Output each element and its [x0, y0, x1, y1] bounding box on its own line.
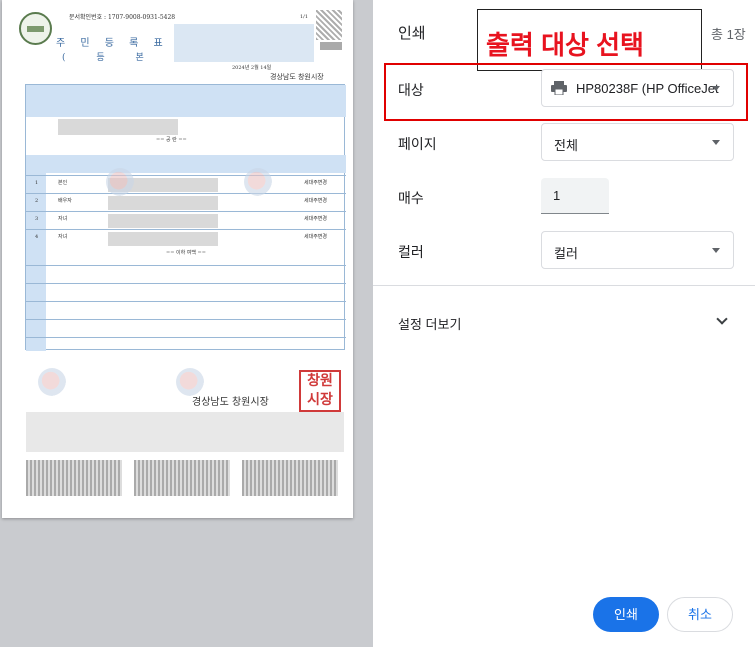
document-subtitle: ( 등 본 ) — [62, 53, 193, 63]
table-row: 4 자녀 세대주변경 — [26, 229, 346, 246]
barcode-icon — [26, 460, 122, 496]
document-title: 주 민 등 록 표 — [56, 38, 169, 49]
dialog-title: 인쇄 — [398, 25, 426, 42]
printer-icon — [551, 81, 567, 95]
print-settings-panel: 인쇄 총 1장 출력 대상 선택 대상 HP80238F (HP OfficeJ… — [373, 0, 755, 647]
sheet-count: 총 1장 — [711, 27, 746, 42]
copies-label: 매수 — [398, 190, 424, 206]
print-dialog: 문서확인번호 : 1707-9008-0931-5428 1/1 주 민 등 록… — [0, 0, 755, 647]
color-select[interactable]: 컬러 — [541, 231, 734, 269]
destination-value: HP80238F (HP OfficeJet — [576, 81, 719, 96]
divider — [373, 285, 755, 286]
issuer-bottom: 경상남도 창원시장 — [192, 397, 269, 408]
record-table: == 공 란 == 1 본인 세대주변경 2 배우자 세대주변경 3 자녀 세대… — [25, 84, 346, 351]
official-stamp-icon: 창원 시장 — [299, 370, 341, 412]
end-label: == 이하 여백 == — [166, 250, 206, 256]
print-button[interactable]: 인쇄 — [593, 597, 659, 632]
destination-select[interactable]: HP80238F (HP OfficeJet — [541, 69, 734, 107]
dropdown-arrow-icon — [712, 248, 720, 253]
copies-value: 1 — [553, 188, 561, 203]
destination-label: 대상 — [398, 82, 424, 98]
pages-label: 페이지 — [398, 136, 437, 152]
issuer-top: 경상남도 창원시장 — [270, 73, 324, 81]
table-row: 1 본인 세대주변경 — [26, 175, 346, 192]
blank-label: == 공 란 == — [156, 137, 187, 143]
table-row: 2 배우자 세대주변경 — [26, 193, 346, 210]
copies-input[interactable]: 1 — [541, 178, 609, 214]
info-box — [174, 24, 314, 62]
dropdown-arrow-icon — [712, 140, 720, 145]
chevron-down-icon[interactable] — [716, 313, 728, 325]
cancel-button[interactable]: 취소 — [667, 597, 733, 632]
print-preview-area: 문서확인번호 : 1707-9008-0931-5428 1/1 주 민 등 록… — [0, 0, 373, 647]
doc-number: 문서확인번호 : 1707-9008-0931-5428 — [69, 14, 176, 21]
pages-select[interactable]: 전체 — [541, 123, 734, 161]
pages-value: 전체 — [554, 138, 578, 153]
page-indicator: 1/1 — [300, 14, 309, 20]
color-value: 컬러 — [554, 246, 578, 261]
barcode-icon — [320, 42, 342, 50]
dropdown-arrow-icon — [712, 86, 720, 91]
more-settings-toggle[interactable]: 설정 더보기 — [398, 314, 461, 333]
watermark-icon — [38, 368, 66, 396]
issuer-seal-icon — [19, 12, 52, 45]
watermark-icon — [176, 368, 204, 396]
annotation-caption: 출력 대상 선택 — [486, 30, 644, 60]
date-text: 2024년 2월 14일 — [232, 65, 272, 71]
qr-code-icon — [316, 10, 342, 40]
watermark-icon — [244, 168, 272, 196]
table-row: 3 자녀 세대주변경 — [26, 211, 346, 228]
notes-block — [26, 412, 344, 452]
barcode-icon — [134, 460, 230, 496]
annotation-box: 출력 대상 선택 — [477, 9, 702, 71]
watermark-icon — [106, 168, 134, 196]
color-label: 컬러 — [398, 244, 424, 260]
preview-page: 문서확인번호 : 1707-9008-0931-5428 1/1 주 민 등 록… — [2, 0, 353, 518]
barcode-icon — [242, 460, 338, 496]
